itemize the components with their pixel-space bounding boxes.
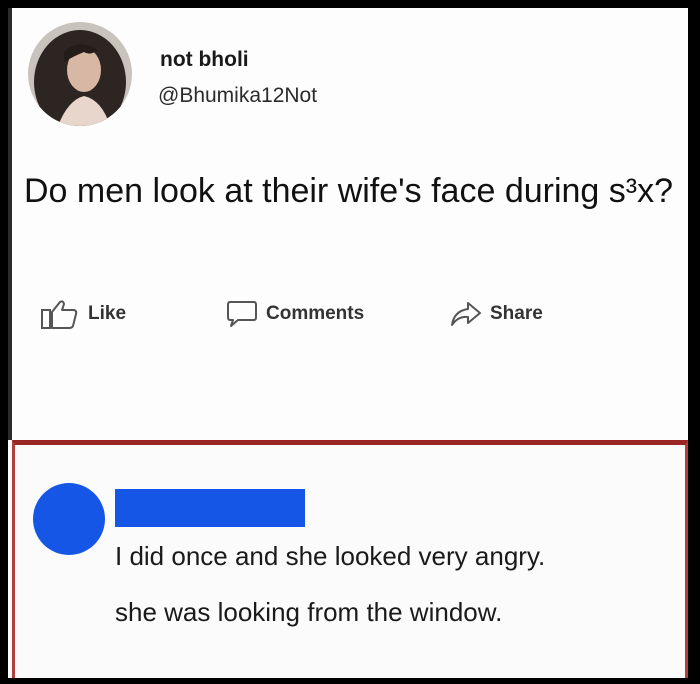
comment-card: I did once and she looked very angry. sh… [12, 440, 688, 678]
comments-label: Comments [266, 303, 365, 324]
like-button[interactable]: Like [40, 294, 126, 334]
comment-bubble-icon [227, 301, 257, 327]
post-text: Do men look at their wife's face during … [24, 172, 674, 210]
comment-text-line-1: I did once and she looked very angry. [115, 541, 546, 571]
share-label: Share [490, 303, 543, 324]
author-avatar[interactable] [28, 22, 132, 126]
avatar-photo [28, 22, 132, 126]
action-bar: Like Comments Share [12, 294, 692, 334]
comments-button[interactable]: Comments [226, 294, 364, 334]
post-card: not bholi @Bhumika12Not Do men look at t… [8, 8, 688, 440]
like-label: Like [88, 303, 127, 324]
comment-text-line-2: she was looking from the window. [115, 597, 503, 627]
screenshot-frame: not bholi @Bhumika12Not Do men look at t… [8, 8, 688, 678]
thumbs-up-icon [41, 300, 78, 329]
author-name[interactable]: not bholi [160, 48, 249, 72]
share-arrow-icon [451, 302, 481, 326]
commenter-name-redacted [115, 489, 305, 527]
author-handle[interactable]: @Bhumika12Not [158, 84, 317, 108]
share-button[interactable]: Share [450, 294, 543, 334]
commenter-avatar-redacted [33, 483, 105, 555]
